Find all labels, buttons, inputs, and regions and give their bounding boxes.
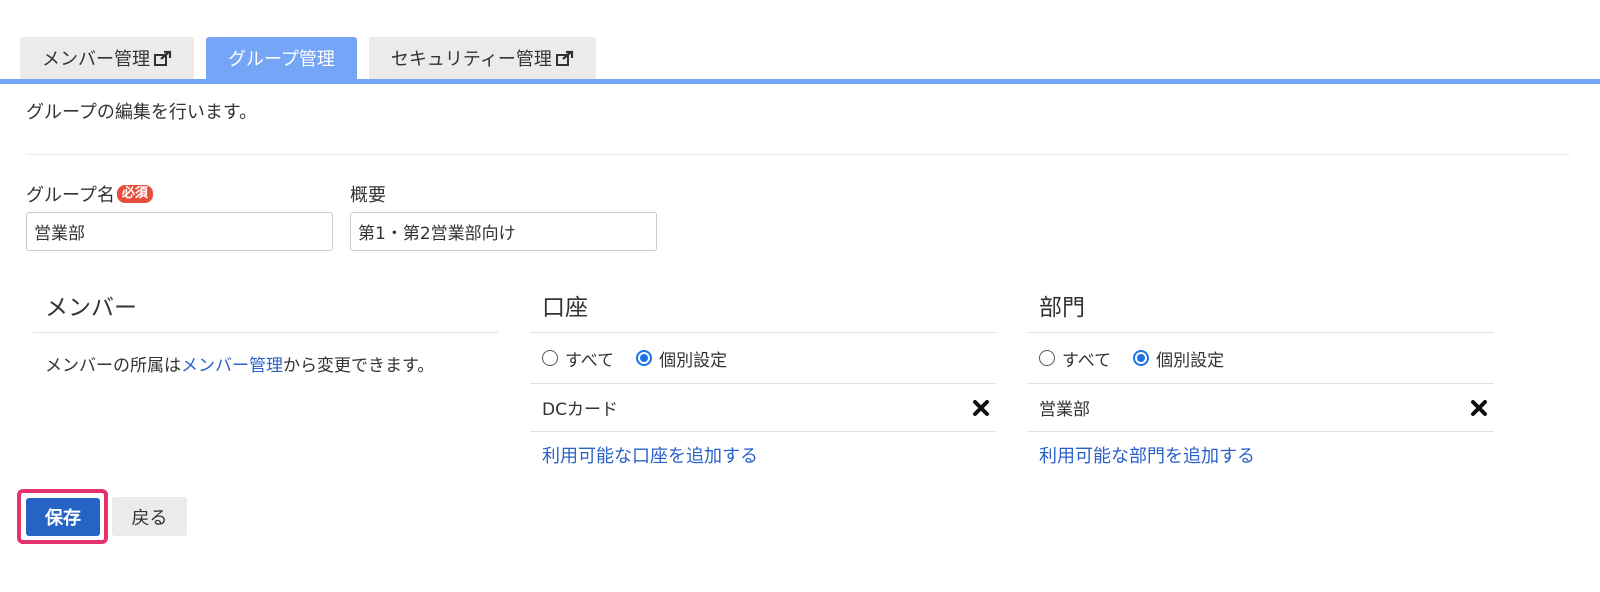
account-scope-radio-group: すべて 個別設定: [530, 333, 996, 384]
radio-label: 個別設定: [1156, 350, 1225, 371]
tab-label: セキュリティー管理: [390, 49, 552, 70]
member-note: メンバーの所属はメンバー管理から変更できます。: [33, 333, 498, 376]
group-name-label-text: グループ名: [26, 185, 115, 206]
member-note-prefix: メンバーの所属は: [45, 356, 181, 376]
tab-label: メンバー管理: [42, 49, 150, 70]
radio-checked-icon: [1133, 350, 1150, 366]
member-note-suffix: から変更できます。: [283, 356, 435, 376]
department-scope-radio-group: すべて 個別設定: [1027, 333, 1494, 384]
required-badge: 必須: [116, 185, 153, 203]
department-section-title: 部門: [1039, 295, 1085, 321]
account-radio-all[interactable]: すべて: [542, 346, 614, 371]
list-item: DCカード: [530, 384, 996, 432]
member-management-link[interactable]: メンバー管理: [181, 356, 283, 376]
add-department-link[interactable]: 利用可能な部門を追加する: [1027, 432, 1494, 468]
add-account-link[interactable]: 利用可能な口座を追加する: [530, 432, 996, 468]
list-item: 営業部: [1027, 384, 1494, 432]
summary-label: 概要: [350, 181, 386, 207]
page-description: グループの編集を行います。: [26, 102, 258, 123]
tab-bar: メンバー管理 グループ管理 セキュリティー管理: [20, 37, 608, 79]
external-link-icon: [555, 50, 573, 66]
department-radio-individual[interactable]: 個別設定: [1133, 346, 1224, 371]
account-radio-individual[interactable]: 個別設定: [636, 346, 727, 371]
member-section-title: メンバー: [45, 295, 137, 321]
divider: [26, 154, 1570, 155]
department-section: 部門 すべて 個別設定 営業部 利用可能な部門を追加する: [1027, 290, 1494, 468]
tab-label: グループ管理: [228, 49, 335, 70]
external-link-icon: [154, 50, 172, 66]
tab-member-management[interactable]: メンバー管理: [20, 37, 194, 79]
group-name-label: グループ名 必須: [26, 181, 153, 207]
department-radio-all[interactable]: すべて: [1039, 346, 1111, 371]
summary-label-text: 概要: [350, 185, 386, 206]
tab-group-management[interactable]: グループ管理: [206, 37, 357, 79]
radio-unchecked-icon: [542, 350, 558, 366]
department-item-label: 営業部: [1039, 400, 1090, 420]
account-section-title: 口座: [542, 295, 588, 321]
account-item-label: DCカード: [542, 400, 618, 420]
radio-label: 個別設定: [659, 350, 728, 371]
close-icon[interactable]: [972, 399, 990, 417]
close-icon[interactable]: [1470, 399, 1488, 417]
account-section: 口座 すべて 個別設定 DCカード 利用可能な口座を追加する: [530, 290, 996, 468]
tab-underline: [0, 79, 1600, 84]
radio-checked-icon: [636, 350, 653, 366]
tab-security-management[interactable]: セキュリティー管理: [368, 37, 596, 79]
radio-label: すべて: [565, 350, 615, 371]
save-button[interactable]: 保存: [26, 498, 100, 536]
radio-unchecked-icon: [1039, 350, 1055, 366]
radio-label: すべて: [1062, 350, 1112, 371]
back-button[interactable]: 戻る: [112, 497, 187, 536]
summary-input[interactable]: [350, 212, 657, 251]
group-name-input[interactable]: [26, 212, 333, 251]
member-section: メンバー メンバーの所属はメンバー管理から変更できます。: [33, 290, 498, 376]
